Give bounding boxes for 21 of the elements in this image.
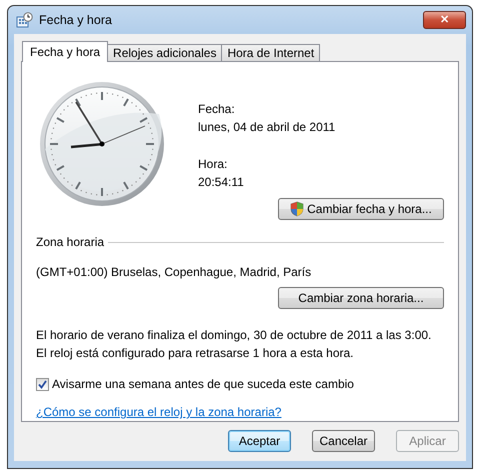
date-value: lunes, 04 de abril de 2011	[198, 119, 336, 136]
tab[interactable]: Hora de Internet	[221, 44, 320, 61]
close-button[interactable]: ✕	[423, 11, 466, 29]
help-link[interactable]: ¿Cómo se configura el reloj y la zona horaria?	[36, 403, 282, 421]
section-heading: Zona horaria	[36, 234, 104, 251]
checkbox[interactable]	[36, 378, 49, 390]
dialog-button[interactable]: Aceptar	[228, 430, 291, 452]
change-timezone-button[interactable]: Cambiar zona horaria...	[278, 287, 444, 309]
calendar-clock-icon	[16, 12, 33, 28]
time-value: 20:54:11	[198, 174, 245, 191]
checkbox-label: Avisarme una semana antes de que suceda este cambio	[52, 376, 354, 393]
window-title: Fecha y hora	[39, 12, 112, 29]
dst-notice: El horario de verano finaliza el domingo, 30 de octubre de 2011 a las 3:00. El reloj está configurado para retrasarse 1 hora a esta hora.	[36, 327, 432, 362]
tab[interactable]: Relojes adicionales	[107, 44, 222, 61]
time-label: Hora:	[198, 156, 228, 173]
timezone-value: (GMT+01:00) Bruselas, Copenhague, Madrid, París	[36, 264, 312, 281]
tab[interactable]: Fecha y hora	[22, 41, 108, 62]
dialog-button[interactable]: Cancelar	[312, 430, 375, 452]
shield-icon	[290, 201, 304, 217]
date-label: Fecha:	[198, 101, 236, 118]
change-date-time-button[interactable]: Cambiar fecha y hora...	[278, 198, 444, 220]
